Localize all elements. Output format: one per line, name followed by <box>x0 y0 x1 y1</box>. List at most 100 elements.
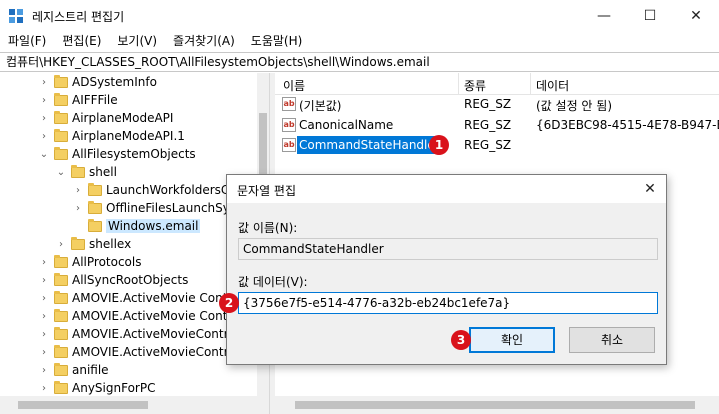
folder-icon <box>54 74 68 88</box>
ok-button[interactable]: 확인 <box>469 327 555 353</box>
column-header-type[interactable]: 종류 <box>464 77 486 94</box>
tree-item[interactable]: › AirplaneModeAPI.1 <box>38 127 185 145</box>
tree-item[interactable]: › shellex <box>55 235 131 253</box>
window-title: 레지스트리 편집기 <box>32 10 125 24</box>
dialog-title-bar: 문자열 편집 ✕ <box>227 175 666 203</box>
folder-icon <box>71 164 85 178</box>
tree-item[interactable]: › AirplaneModeAPI <box>38 109 173 127</box>
tree-item[interactable]: › AMOVIE.ActiveMovieContro <box>38 325 236 343</box>
scrollbar-thumb[interactable] <box>18 401 148 409</box>
chevron-right-icon[interactable]: › <box>38 329 50 340</box>
chevron-down-icon[interactable]: ⌄ <box>38 149 50 160</box>
value-type: REG_SZ <box>464 138 512 152</box>
step-badge-3: 3 <box>451 330 471 350</box>
step-badge-2: 2 <box>219 293 239 313</box>
value-name-field: CommandStateHandler <box>238 238 658 260</box>
list-item[interactable]: ab (기본값) REG_SZ (값 설정 안 됨) <box>275 95 719 115</box>
address-bar[interactable]: 컴퓨터\HKEY_CLASSES_ROOT\AllFilesystemObjec… <box>0 52 719 72</box>
value-data-field[interactable]: {3756e7f5-e514-4776-a32b-eb24bc1efe7a} <box>238 292 658 314</box>
tree-item-allfilesystemobjects[interactable]: ⌄ AllFilesystemObjects <box>38 145 196 163</box>
tree-item[interactable]: › AMOVIE.ActiveMovieContro <box>38 343 236 361</box>
folder-icon <box>88 218 102 232</box>
menu-bar: 파일(F) 편집(E) 보기(V) 즐겨찾기(A) 도움말(H) <box>0 32 719 52</box>
chevron-right-icon[interactable]: › <box>72 185 84 196</box>
menu-edit[interactable]: 편집(E) <box>54 32 109 52</box>
string-value-icon: ab <box>282 118 296 132</box>
chevron-right-icon[interactable]: › <box>38 365 50 376</box>
tree-item-label: anifile <box>72 363 109 377</box>
tree-item[interactable]: › AllSyncRootObjects <box>38 271 188 289</box>
tree-item[interactable]: › AMOVIE.ActiveMovie Cont <box>38 289 227 307</box>
list-item-commandstatehandler[interactable]: ab CommandStateHandler REG_SZ <box>275 135 719 156</box>
value-data-label: 값 데이터(V): <box>238 275 308 289</box>
folder-icon <box>54 92 68 106</box>
minimize-icon: — <box>597 8 611 24</box>
minimize-button[interactable]: — <box>581 0 627 32</box>
tree-item[interactable]: › LaunchWorkfoldersCo <box>72 181 237 199</box>
tree-item-label: shellex <box>89 237 132 251</box>
folder-icon <box>54 146 68 160</box>
menu-help[interactable]: 도움말(H) <box>243 32 311 52</box>
menu-favorites[interactable]: 즐겨찾기(A) <box>165 32 243 52</box>
chevron-right-icon[interactable]: › <box>38 95 50 106</box>
tree-item-label: AMOVIE.ActiveMovieContro <box>72 345 236 359</box>
chevron-down-icon[interactable]: ⌄ <box>55 167 67 178</box>
chevron-right-icon[interactable]: › <box>38 383 50 394</box>
column-header-data[interactable]: 데이터 <box>536 77 569 94</box>
folder-icon <box>54 326 68 340</box>
chevron-right-icon[interactable]: › <box>38 131 50 142</box>
scrollbar-thumb[interactable] <box>295 401 695 409</box>
tree-horizontal-scrollbar[interactable] <box>0 396 269 414</box>
chevron-right-icon[interactable]: › <box>55 239 67 250</box>
menu-file[interactable]: 파일(F) <box>0 32 54 52</box>
list-horizontal-scrollbar[interactable] <box>275 396 719 414</box>
cancel-button[interactable]: 취소 <box>569 327 655 353</box>
chevron-right-icon[interactable]: › <box>72 203 84 214</box>
string-value-icon: ab <box>282 138 296 152</box>
value-data: {6D3EBC98-4515-4E78-B947-EE7 <box>536 118 719 132</box>
chevron-right-icon[interactable]: › <box>38 347 50 358</box>
value-data: (값 설정 안 됨) <box>536 99 613 113</box>
tree-item[interactable]: › anifile <box>38 361 109 379</box>
dialog-close-icon[interactable]: ✕ <box>640 179 660 199</box>
column-divider[interactable] <box>530 73 531 95</box>
tree-item[interactable]: › AnySignForPC <box>38 379 155 396</box>
column-header-name[interactable]: 이름 <box>283 77 305 94</box>
folder-icon <box>54 110 68 124</box>
tree-item[interactable]: › AllProtocols <box>38 253 142 271</box>
chevron-right-icon[interactable]: › <box>38 113 50 124</box>
tree-item[interactable]: › OfflineFilesLaunchSyn <box>72 199 237 217</box>
chevron-right-icon[interactable]: › <box>38 311 50 322</box>
registry-editor-icon <box>9 9 23 23</box>
list-item[interactable]: ab CanonicalName REG_SZ {6D3EBC98-4515-4… <box>275 116 719 136</box>
maximize-icon: ☐ <box>643 8 657 24</box>
chevron-right-icon[interactable]: › <box>38 293 50 304</box>
tree-item-label: AllFilesystemObjects <box>72 147 196 161</box>
tree-item[interactable]: › AIFFFile <box>38 91 118 109</box>
maximize-button[interactable]: ☐ <box>627 0 673 32</box>
folder-icon <box>54 254 68 268</box>
tree-item[interactable]: › ADSystemInfo <box>38 73 157 91</box>
value-name: (기본값) <box>299 99 342 113</box>
chevron-right-icon[interactable]: › <box>38 257 50 268</box>
step-badge-1: 1 <box>429 135 449 155</box>
folder-icon <box>88 200 102 214</box>
tree-item-label: ADSystemInfo <box>72 75 157 89</box>
folder-icon <box>54 128 68 142</box>
folder-icon <box>54 344 68 358</box>
menu-view[interactable]: 보기(V) <box>109 32 165 52</box>
tree-item-label: AMOVIE.ActiveMovie Cont <box>72 291 228 305</box>
folder-icon <box>54 380 68 394</box>
tree-item-windows-email[interactable]: Windows.email <box>72 217 201 235</box>
chevron-right-icon[interactable]: › <box>38 77 50 88</box>
chevron-right-icon[interactable]: › <box>38 275 50 286</box>
tree-item[interactable]: › AMOVIE.ActiveMovie Contr <box>38 307 232 325</box>
tree-item-label: AllProtocols <box>72 255 142 269</box>
list-header: 이름 종류 데이터 <box>275 73 719 95</box>
close-button[interactable]: ✕ <box>673 0 719 32</box>
value-name: CanonicalName <box>299 118 394 132</box>
tree-item-label: AMOVIE.ActiveMovie Contr <box>72 309 233 323</box>
tree-item-shell[interactable]: ⌄ shell <box>55 163 117 181</box>
column-divider[interactable] <box>458 73 459 95</box>
folder-icon <box>54 272 68 286</box>
